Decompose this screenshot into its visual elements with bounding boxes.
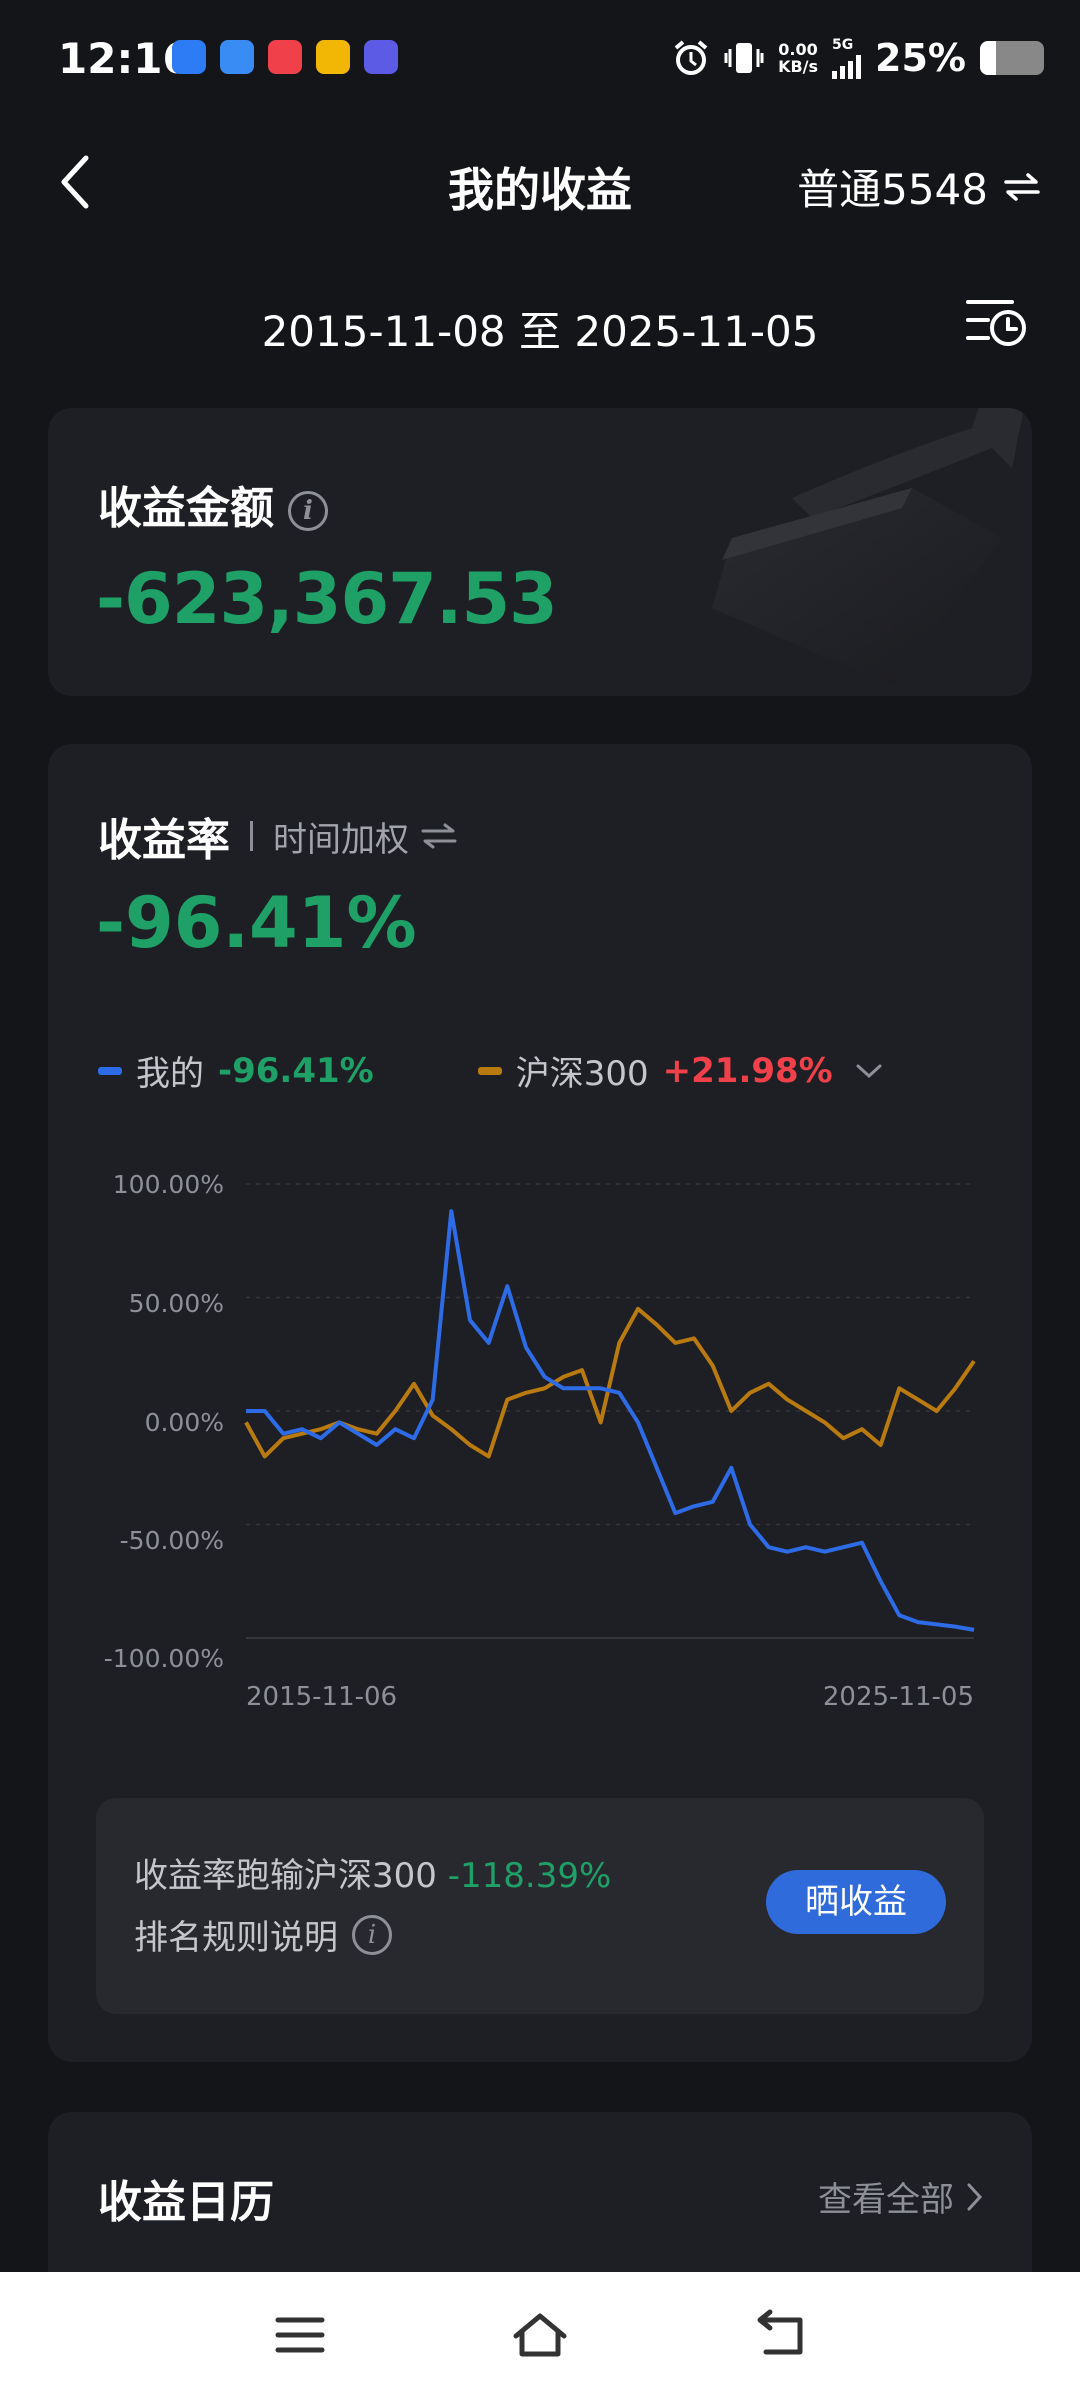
date-range[interactable]: 2015-11-08 至 2025-11-05 [0, 298, 1080, 359]
ranking-rules-link[interactable]: 排名规则说明 i [134, 1910, 392, 1959]
account-name: 普通5548 [797, 165, 988, 214]
series-line-mine [246, 1209, 975, 1632]
app-notification-icon [172, 40, 206, 74]
net-speed-value: 0.00 [778, 40, 818, 59]
ranking-rules-label: 排名规则说明 [134, 1918, 338, 1958]
return-line-chart[interactable] [48, 1164, 1032, 1654]
status-bar: 12:16 0.00 KB/s 5G 25% [0, 0, 1080, 120]
return-rate-title: 收益率 [98, 815, 230, 866]
date-range-row: 2015-11-08 至 2025-11-05 [0, 292, 1080, 362]
battery-percent: 25% [875, 36, 966, 80]
app-notification-icon [220, 40, 254, 74]
view-all-label: 查看全部 [818, 2180, 954, 2220]
legend-label-index[interactable]: 沪深300 [516, 1046, 649, 1095]
back-nav-icon[interactable] [752, 2308, 812, 2362]
legend-label-mine: 我的 [136, 1054, 204, 1094]
earnings-card: 收益金额 i -623,367.53 [48, 408, 1032, 696]
net-speed-unit: KB/s [778, 57, 819, 76]
home-icon[interactable] [510, 2308, 570, 2362]
weighting-mode[interactable]: 时间加权 [273, 812, 409, 861]
vibrate-icon [724, 43, 764, 73]
return-rate-card: 收益率 时间加权 -96.41% 我的 -96.41% 沪深300 +21.98… [48, 744, 1032, 2062]
legend-swatch-index [477, 1066, 502, 1075]
net-speed: 0.00 KB/s [778, 41, 818, 75]
swap-icon [1004, 172, 1040, 201]
signal-bars-icon [832, 53, 862, 79]
account-switcher[interactable]: 普通5548 [797, 156, 1040, 217]
calendar-title: 收益日历 [98, 2177, 274, 2228]
chevron-down-icon[interactable] [855, 1062, 883, 1080]
chart-legend: 我的 -96.41% 沪深300 +21.98% [98, 1046, 883, 1095]
alarm-icon [674, 40, 708, 75]
date-filter-icon[interactable] [964, 294, 1030, 350]
top-bar: 我的收益 普通5548 [0, 130, 1080, 230]
system-nav-bar [0, 2272, 1080, 2400]
system-icons: 0.00 KB/s 5G 25% [672, 36, 1044, 80]
earnings-label: 收益金额 [98, 483, 274, 534]
legend-swatch-mine [98, 1066, 122, 1075]
info-icon[interactable]: i [288, 491, 328, 531]
swap-mode-icon[interactable] [421, 822, 457, 850]
app-notification-icon [364, 40, 398, 74]
network-type: 5G [832, 37, 854, 53]
decorative-arrow-graphic [712, 408, 1024, 686]
info-icon[interactable]: i [352, 1914, 392, 1955]
x-end-label: 2025-11-05 [822, 1682, 974, 1712]
comparison-box: 收益率跑输沪深300 -118.39% 排名规则说明 i 晒收益 [96, 1798, 984, 2014]
battery-icon [980, 41, 1044, 75]
menu-icon[interactable] [270, 2308, 330, 2362]
legend-value-index: +21.98% [662, 1050, 833, 1091]
app-notification-icon [316, 40, 350, 74]
return-rate-header: 收益率 时间加权 [98, 804, 457, 868]
return-rate-value: -96.41% [96, 882, 417, 964]
x-start-label: 2015-11-06 [246, 1682, 398, 1712]
earnings-label-row: 收益金额 i [98, 472, 328, 536]
divider [250, 821, 253, 851]
app-notification-icon [268, 40, 302, 74]
chevron-right-icon [967, 2183, 983, 2210]
comparison-line: 收益率跑输沪深300 -118.39% [134, 1848, 611, 1897]
earnings-amount: -623,367.53 [96, 558, 558, 640]
comparison-value: -118.39% [447, 1856, 612, 1896]
legend-value-mine: -96.41% [218, 1050, 374, 1091]
cellular-signal: 5G [832, 37, 862, 79]
comparison-text: 收益率跑输沪深300 [134, 1856, 437, 1896]
view-all-link[interactable]: 查看全部 [818, 2172, 984, 2221]
share-earnings-button[interactable]: 晒收益 [766, 1870, 946, 1934]
notification-app-icons [172, 40, 398, 74]
